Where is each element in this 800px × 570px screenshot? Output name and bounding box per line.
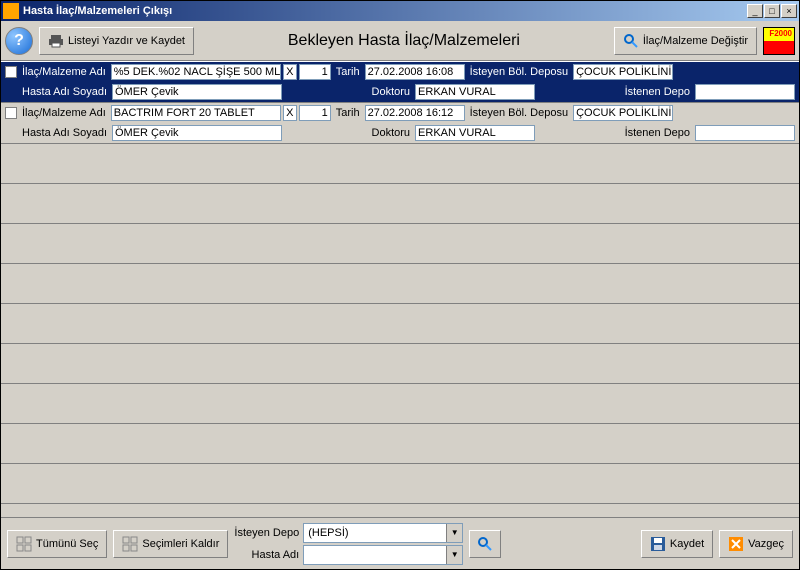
empty-row bbox=[1, 144, 799, 184]
doctor-label: Doktoru bbox=[369, 86, 414, 98]
med-name-field[interactable]: %5 DEK.%02 NACL ŞİŞE 500 ML(SETLİ) bbox=[111, 64, 281, 80]
doctor-field[interactable]: ERKAN VURAL bbox=[415, 84, 535, 100]
row-line-2: Hasta Adı Soyadı ÖMER Çevik Doktoru ERKA… bbox=[1, 82, 799, 102]
req-store-field[interactable] bbox=[695, 84, 795, 100]
empty-row bbox=[1, 384, 799, 424]
qty-field[interactable]: 1 bbox=[299, 64, 331, 80]
chevron-down-icon[interactable]: ▼ bbox=[446, 546, 462, 564]
cancel-button[interactable]: Vazgeç bbox=[719, 530, 793, 558]
req-store-combo[interactable]: (HEPSİ) ▼ bbox=[303, 523, 463, 543]
req-store-combo-value: (HEPSİ) bbox=[304, 527, 446, 539]
row-line-2: Hasta Adı Soyadı ÖMER Çevik Doktoru ERKA… bbox=[1, 123, 799, 143]
date-field[interactable]: 27.02.2008 16:12 bbox=[365, 105, 465, 121]
change-med-label: İlaç/Malzeme Değiştir bbox=[643, 35, 748, 47]
row-line-1: İlaç/Malzeme Adı BACTRIM FORT 20 TABLET … bbox=[1, 103, 799, 123]
date-field[interactable]: 27.02.2008 16:08 bbox=[365, 64, 465, 80]
req-store-label: İstenen Depo bbox=[622, 127, 693, 139]
titlebar: Hasta İlaç/Malzemeleri Çıkışı _ □ × bbox=[1, 1, 799, 21]
app-window: Hasta İlaç/Malzemeleri Çıkışı _ □ × ? Li… bbox=[0, 0, 800, 570]
patient-field[interactable]: ÖMER Çevik bbox=[112, 125, 282, 141]
med-row[interactable]: İlaç/Malzeme Adı BACTRIM FORT 20 TABLET … bbox=[1, 103, 799, 144]
print-save-label: Listeyi Yazdır ve Kaydet bbox=[68, 35, 185, 47]
list-area[interactable]: İlaç/Malzeme Adı %5 DEK.%02 NACL ŞİŞE 50… bbox=[1, 61, 799, 517]
search-icon bbox=[623, 33, 639, 49]
empty-row bbox=[1, 344, 799, 384]
empty-row bbox=[1, 224, 799, 264]
chevron-down-icon[interactable]: ▼ bbox=[446, 524, 462, 542]
deselect-all-icon bbox=[122, 536, 138, 552]
minimize-button[interactable]: _ bbox=[747, 4, 763, 18]
window-title: Hasta İlaç/Malzemeleri Çıkışı bbox=[23, 5, 747, 17]
doctor-label: Doktoru bbox=[369, 127, 414, 139]
help-button[interactable]: ? bbox=[5, 27, 33, 55]
empty-row bbox=[1, 264, 799, 304]
save-button[interactable]: Kaydet bbox=[641, 530, 713, 558]
req-dept-store-field[interactable]: ÇOCUK POLİKLİNİ bbox=[573, 64, 673, 80]
search-icon bbox=[477, 536, 493, 552]
save-icon bbox=[650, 536, 666, 552]
patient-field[interactable]: ÖMER Çevik bbox=[112, 84, 282, 100]
doctor-field[interactable]: ERKAN VURAL bbox=[415, 125, 535, 141]
med-row[interactable]: İlaç/Malzeme Adı %5 DEK.%02 NACL ŞİŞE 50… bbox=[1, 62, 799, 103]
patient-label: Hasta Adı Soyadı bbox=[19, 86, 110, 98]
save-label: Kaydet bbox=[670, 538, 704, 550]
req-store-label: İstenen Depo bbox=[622, 86, 693, 98]
cancel-label: Vazgeç bbox=[748, 538, 784, 550]
deselect-all-button[interactable]: Seçimleri Kaldır bbox=[113, 530, 228, 558]
filter-grid: İsteyen Depo (HEPSİ) ▼ Hasta Adı ▼ bbox=[234, 523, 463, 565]
req-dept-store-label: İsteyen Böl. Deposu bbox=[467, 66, 571, 78]
req-store-field[interactable] bbox=[695, 125, 795, 141]
qty-x-field: X bbox=[283, 105, 297, 121]
logo-badge: F2000 bbox=[763, 27, 795, 55]
empty-row bbox=[1, 464, 799, 504]
deselect-all-label: Seçimleri Kaldır bbox=[142, 538, 219, 550]
patient-combo[interactable]: ▼ bbox=[303, 545, 463, 565]
empty-row bbox=[1, 424, 799, 464]
footer: Tümünü Seç Seçimleri Kaldır İsteyen Depo… bbox=[1, 517, 799, 569]
date-label: Tarih bbox=[333, 66, 363, 78]
req-dept-store-field[interactable]: ÇOCUK POLİKLİNİ bbox=[573, 105, 673, 121]
select-all-label: Tümünü Seç bbox=[36, 538, 98, 550]
app-icon bbox=[3, 3, 19, 19]
cancel-icon bbox=[728, 536, 744, 552]
maximize-button[interactable]: □ bbox=[764, 4, 780, 18]
qty-x-field: X bbox=[283, 64, 297, 80]
select-all-icon bbox=[16, 536, 32, 552]
toolbar-heading: Bekleyen Hasta İlaç/Malzemeleri bbox=[200, 32, 608, 50]
date-label: Tarih bbox=[333, 107, 363, 119]
patient-label: Hasta Adı Soyadı bbox=[19, 127, 110, 139]
change-med-button[interactable]: İlaç/Malzeme Değiştir bbox=[614, 27, 757, 55]
print-save-button[interactable]: Listeyi Yazdır ve Kaydet bbox=[39, 27, 194, 55]
qty-field[interactable]: 1 bbox=[299, 105, 331, 121]
med-name-field[interactable]: BACTRIM FORT 20 TABLET bbox=[111, 105, 281, 121]
req-dept-store-label: İsteyen Böl. Deposu bbox=[467, 107, 571, 119]
row-checkbox[interactable] bbox=[5, 66, 17, 78]
search-button[interactable] bbox=[469, 530, 501, 558]
empty-row bbox=[1, 184, 799, 224]
patient-filter-label: Hasta Adı bbox=[234, 549, 299, 561]
med-name-label: İlaç/Malzeme Adı bbox=[19, 107, 109, 119]
close-button[interactable]: × bbox=[781, 4, 797, 18]
med-name-label: İlaç/Malzeme Adı bbox=[19, 66, 109, 78]
row-checkbox[interactable] bbox=[5, 107, 17, 119]
select-all-button[interactable]: Tümünü Seç bbox=[7, 530, 107, 558]
toolbar: ? Listeyi Yazdır ve Kaydet Bekleyen Hast… bbox=[1, 21, 799, 61]
printer-icon bbox=[48, 33, 64, 49]
empty-row bbox=[1, 304, 799, 344]
req-store-filter-label: İsteyen Depo bbox=[234, 527, 299, 539]
row-line-1: İlaç/Malzeme Adı %5 DEK.%02 NACL ŞİŞE 50… bbox=[1, 62, 799, 82]
window-controls: _ □ × bbox=[747, 4, 797, 18]
